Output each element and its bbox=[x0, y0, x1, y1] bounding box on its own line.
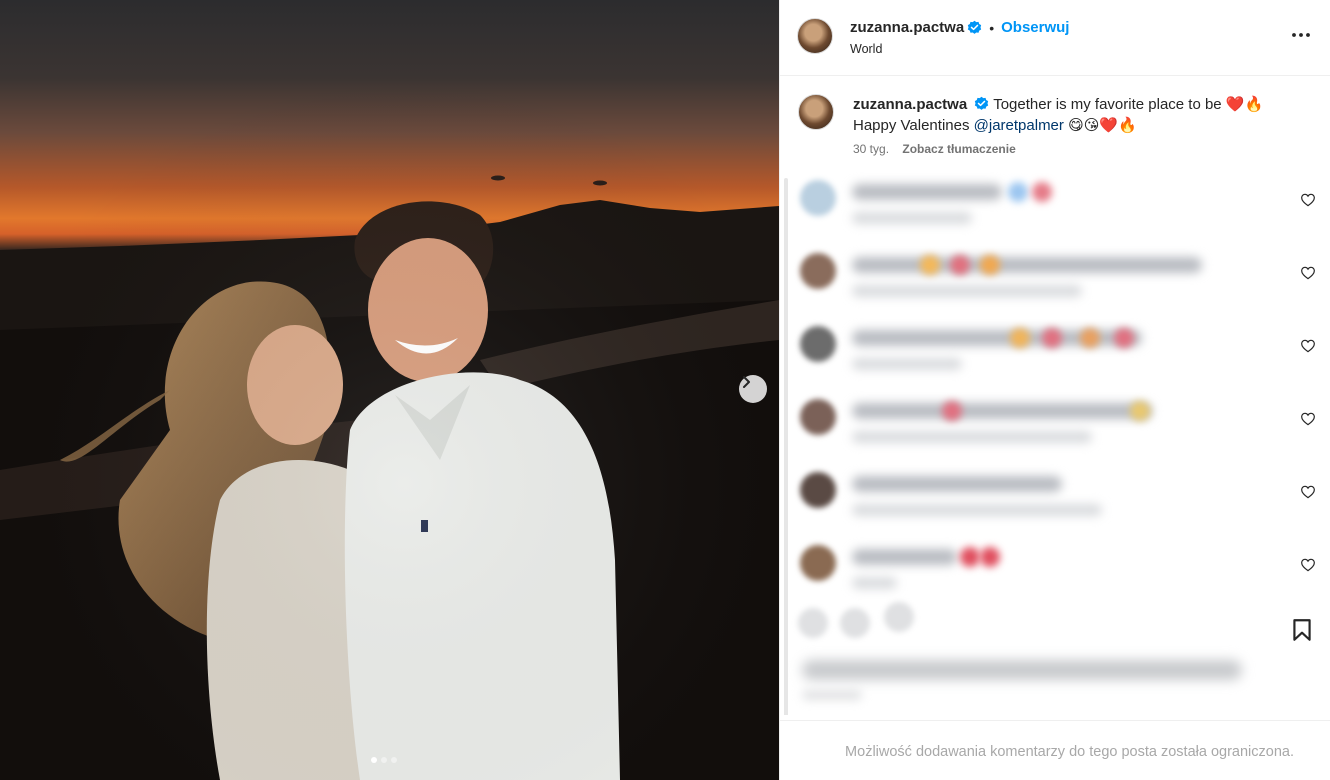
comment-emoji-blurred bbox=[1008, 182, 1028, 202]
comment-emoji-blurred bbox=[1114, 328, 1134, 348]
carousel-dot bbox=[381, 757, 387, 763]
author-row: zuzanna.pactwa • Obserwuj bbox=[850, 19, 1069, 36]
comment-text-blurred bbox=[852, 549, 957, 565]
caption-meta: 30 tyg. Zobacz tłumaczenie bbox=[853, 142, 1016, 156]
likes-summary-blurred bbox=[802, 660, 1242, 680]
comment-meta-blurred bbox=[852, 504, 1102, 516]
comment-emoji-blurred bbox=[960, 547, 980, 567]
like-action-blurred[interactable] bbox=[798, 608, 828, 638]
more-horizontal-icon bbox=[1292, 33, 1310, 37]
comment-text-blurred bbox=[852, 476, 1062, 492]
comment-item bbox=[780, 389, 1330, 459]
comment-item bbox=[780, 535, 1330, 605]
comment-emoji-blurred bbox=[980, 547, 1000, 567]
comment-emoji-blurred bbox=[1010, 328, 1030, 348]
share-action-blurred[interactable] bbox=[884, 602, 914, 632]
heart-icon[interactable] bbox=[1300, 338, 1316, 354]
carousel-indicator bbox=[371, 757, 397, 763]
heart-icon[interactable] bbox=[1300, 557, 1316, 573]
caption-avatar[interactable] bbox=[798, 94, 834, 130]
comment-meta-blurred bbox=[852, 358, 962, 370]
comment-emoji-blurred bbox=[1080, 328, 1100, 348]
next-image-button[interactable] bbox=[739, 375, 767, 403]
caption-username[interactable]: zuzanna.pactwa bbox=[853, 96, 967, 113]
comment-avatar bbox=[800, 545, 836, 581]
post-photo[interactable] bbox=[0, 0, 779, 780]
post-age[interactable]: 30 tyg. bbox=[853, 142, 889, 156]
post-date-blurred bbox=[802, 690, 862, 700]
comment-meta-blurred bbox=[852, 285, 1082, 297]
comment-emoji-blurred bbox=[1042, 328, 1062, 348]
photo-illustration bbox=[0, 0, 779, 780]
author-username[interactable]: zuzanna.pactwa bbox=[850, 19, 964, 36]
post-details-panel: zuzanna.pactwa • Obserwuj World zuzanna.… bbox=[779, 0, 1330, 780]
caption-line-2-suffix: 😋😘❤️🔥 bbox=[1063, 117, 1137, 134]
heart-icon[interactable] bbox=[1300, 411, 1316, 427]
comment-item bbox=[780, 462, 1330, 532]
comment-avatar bbox=[800, 326, 836, 362]
comment-text-blurred bbox=[852, 184, 1002, 200]
separator-dot: • bbox=[989, 19, 995, 36]
caption-text: zuzanna.pactwa Together is my favorite p… bbox=[853, 94, 1303, 136]
comment-text-blurred bbox=[852, 403, 1152, 419]
comment-action-blurred[interactable] bbox=[840, 608, 870, 638]
carousel-dot bbox=[391, 757, 397, 763]
comment-emoji-blurred bbox=[1130, 401, 1150, 421]
follow-button[interactable]: Obserwuj bbox=[1001, 19, 1069, 36]
heart-icon[interactable] bbox=[1300, 484, 1316, 500]
chevron-right-icon bbox=[743, 376, 750, 388]
comment-item bbox=[780, 243, 1330, 313]
mention-link[interactable]: @jaretpalmer bbox=[974, 117, 1064, 134]
author-avatar[interactable] bbox=[797, 18, 833, 54]
comment-item bbox=[780, 170, 1330, 240]
heart-icon[interactable] bbox=[1300, 192, 1316, 208]
comment-avatar bbox=[800, 253, 836, 289]
comment-text-blurred bbox=[852, 257, 1202, 273]
comment-emoji-blurred bbox=[920, 255, 940, 275]
post-location[interactable]: World bbox=[850, 42, 882, 56]
comment-avatar bbox=[800, 399, 836, 435]
verified-badge-icon bbox=[968, 20, 982, 34]
comment-item bbox=[780, 316, 1330, 386]
heart-icon[interactable] bbox=[1300, 265, 1316, 281]
comments-restricted-message: Możliwość dodawania komentarzy do tego p… bbox=[845, 744, 1294, 760]
comment-meta-blurred bbox=[852, 212, 972, 224]
comments-restricted-footer: Możliwość dodawania komentarzy do tego p… bbox=[780, 720, 1330, 780]
comment-avatar bbox=[800, 180, 836, 216]
comment-emoji-blurred bbox=[950, 255, 970, 275]
comment-emoji-blurred bbox=[980, 255, 1000, 275]
carousel-dot-active bbox=[371, 757, 377, 763]
comment-emoji-blurred bbox=[1032, 182, 1052, 202]
comment-meta-blurred bbox=[852, 431, 1092, 443]
verified-badge-icon bbox=[975, 96, 989, 110]
bookmark-icon[interactable] bbox=[1289, 617, 1315, 643]
more-options-button[interactable] bbox=[1290, 24, 1312, 46]
caption-line-1: Together is my favorite place to be ❤️🔥 bbox=[993, 96, 1264, 113]
see-translation-button[interactable]: Zobacz tłumaczenie bbox=[902, 142, 1015, 156]
comment-avatar bbox=[800, 472, 836, 508]
comment-meta-blurred bbox=[852, 577, 897, 589]
post-actions-blurred bbox=[794, 600, 944, 640]
caption-line-2-prefix: Happy Valentines bbox=[853, 117, 974, 134]
comment-emoji-blurred bbox=[942, 401, 962, 421]
post-header: zuzanna.pactwa • Obserwuj World bbox=[780, 0, 1330, 76]
